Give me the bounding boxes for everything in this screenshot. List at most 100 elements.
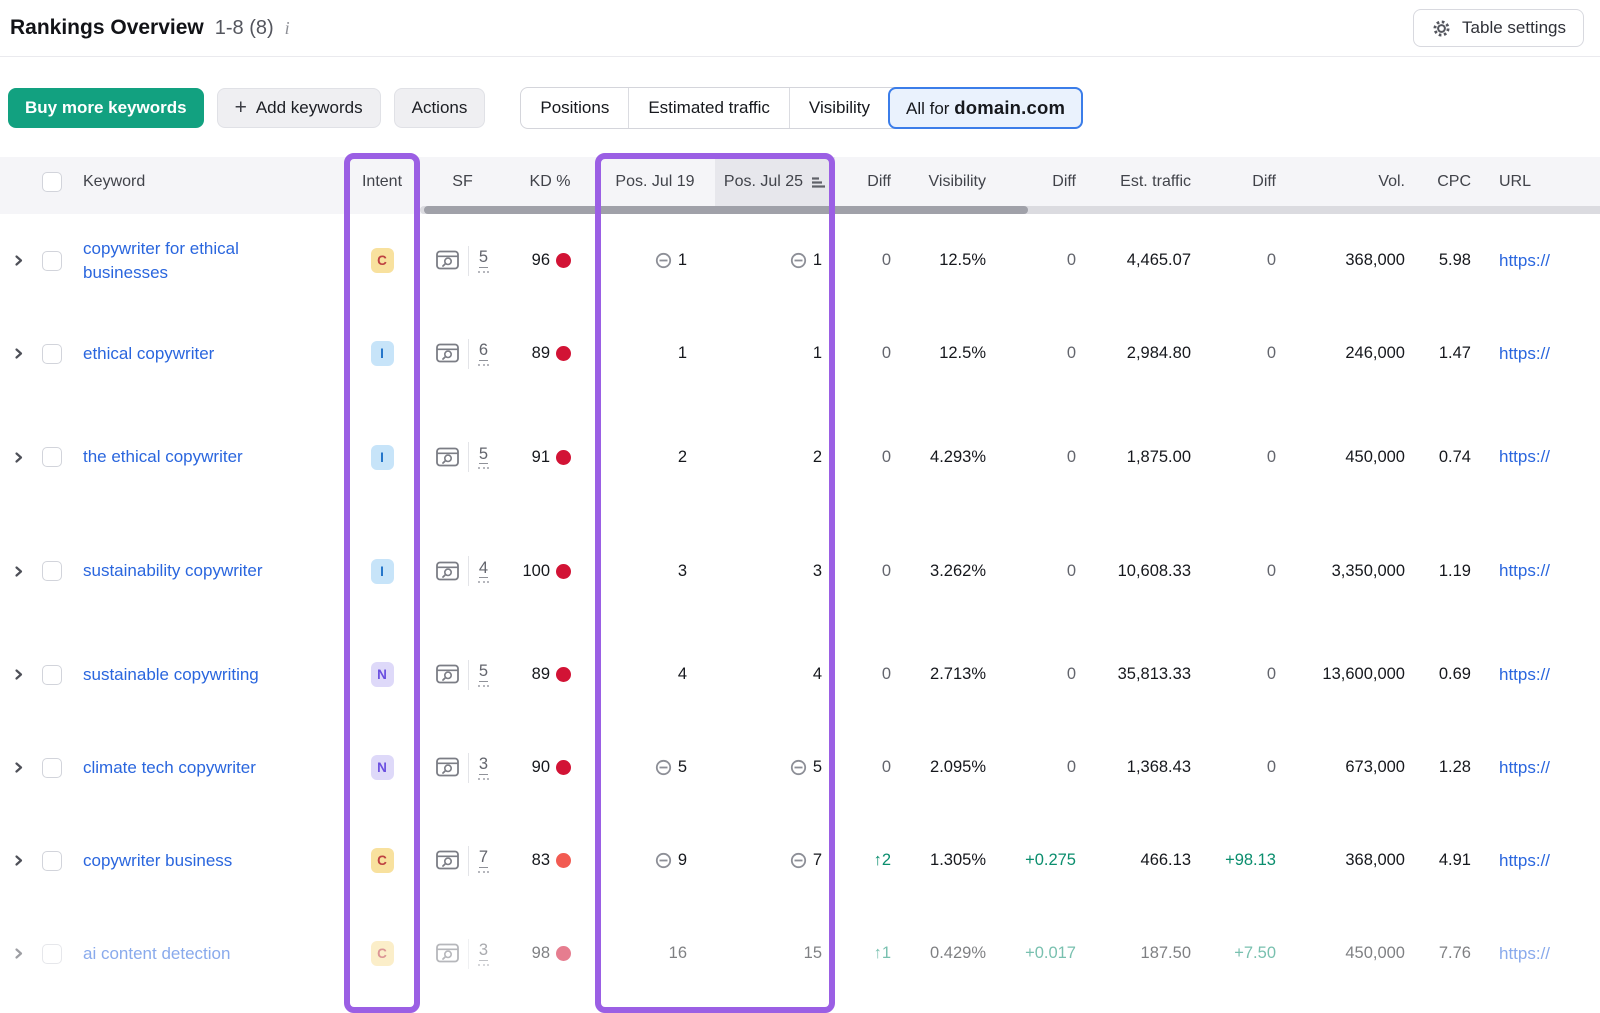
volume-value: 3,350,000 [1332,562,1405,581]
horizontal-scrollbar[interactable] [420,206,1600,214]
col-est-traffic[interactable]: Est. traffic [1080,173,1195,191]
pos-jul25-value: 7 [813,851,822,870]
cpc-value: 0.74 [1439,448,1471,467]
keyword-link[interactable]: climate tech copywriter [83,756,256,780]
expand-row-button[interactable] [8,447,29,468]
url-link[interactable]: https:// [1499,251,1550,271]
actions-button[interactable]: Actions [394,88,486,128]
col-pos-jul25[interactable]: Pos. Jul 25 [715,157,835,207]
info-icon[interactable]: i [285,18,290,39]
row-checkbox[interactable] [42,944,62,964]
url-link[interactable]: https:// [1499,447,1550,467]
col-intent[interactable]: Intent [344,173,420,191]
col-diff-visibility[interactable]: Diff [990,173,1080,191]
vertical-divider [468,660,469,690]
kd-difficulty-dot [556,667,571,682]
expand-row-button[interactable] [8,250,29,271]
serp-features-icon[interactable] [436,447,459,468]
col-kd[interactable]: KD % [505,173,595,191]
keyword-link[interactable]: ethical copywriter [83,342,214,366]
col-visibility[interactable]: Visibility [895,173,990,191]
pos-jul19-value: 3 [678,562,687,581]
pos-jul25-link-icon[interactable] [790,759,807,776]
col-volume[interactable]: Vol. [1280,173,1410,191]
volume-value: 246,000 [1345,344,1405,363]
keyword-link[interactable]: copywriter for ethical businesses [83,237,313,285]
keyword-link[interactable]: sustainable copywriting [83,663,259,687]
kd-difficulty-dot [556,253,571,268]
pos-jul19-link-icon[interactable] [655,759,672,776]
col-sf[interactable]: SF [420,173,505,191]
row-checkbox[interactable] [42,758,62,778]
expand-row-button[interactable] [8,343,29,364]
col-diff-pos[interactable]: Diff [835,173,895,191]
sf-count[interactable]: 5 [479,662,488,682]
row-checkbox[interactable] [42,561,62,581]
all-for-prefix: All for [906,99,954,118]
url-link[interactable]: https:// [1499,851,1550,871]
url-link[interactable]: https:// [1499,758,1550,778]
expand-row-button[interactable] [8,561,29,582]
buy-more-keywords-button[interactable]: Buy more keywords [8,88,204,128]
sf-count[interactable]: 3 [479,941,488,961]
tab-visibility[interactable]: Visibility [789,88,889,128]
url-link[interactable]: https:// [1499,665,1550,685]
keyword-link[interactable]: the ethical copywriter [83,445,243,469]
expand-row-button[interactable] [8,850,29,871]
expand-row-button[interactable] [8,757,29,778]
position-diff: 0 [882,665,891,684]
sf-count[interactable]: 5 [479,445,488,465]
expand-row-button[interactable] [8,943,29,964]
est-traffic-value: 1,368.43 [1127,758,1191,777]
sf-count[interactable]: 6 [479,341,488,361]
sf-count[interactable]: 4 [479,559,488,579]
position-diff: 0 [882,758,891,777]
scrollbar-thumb[interactable] [424,206,1028,214]
row-checkbox[interactable] [42,665,62,685]
col-pos-jul19[interactable]: Pos. Jul 19 [595,173,715,191]
sf-count[interactable]: 7 [479,848,488,868]
serp-features-icon[interactable] [436,250,459,271]
url-link[interactable]: https:// [1499,944,1550,964]
row-checkbox[interactable] [42,251,62,271]
serp-features-icon[interactable] [436,943,459,964]
keyword-link[interactable]: copywriter business [83,849,232,873]
sf-count[interactable]: 3 [479,755,488,775]
pos-jul25-link-icon[interactable] [790,852,807,869]
row-checkbox[interactable] [42,851,62,871]
tab-estimated-traffic[interactable]: Estimated traffic [628,88,789,128]
pos-jul19-value: 2 [678,448,687,467]
add-keywords-button[interactable]: + Add keywords [217,88,381,128]
expand-dots-icon [478,685,489,687]
tab-positions[interactable]: Positions [521,88,628,128]
table-row: copywriter business C 7 83 9 [0,814,1600,907]
serp-features-icon[interactable] [436,664,459,685]
url-link[interactable]: https:// [1499,344,1550,364]
col-diff-traffic[interactable]: Diff [1195,173,1280,191]
table-settings-button[interactable]: Table settings [1413,9,1584,47]
col-url[interactable]: URL [1475,173,1600,191]
vertical-divider [468,846,469,876]
volume-value: 368,000 [1345,851,1405,870]
est-traffic-value: 1,875.00 [1127,448,1191,467]
expand-row-button[interactable] [8,664,29,685]
tab-all-for-domain[interactable]: All for domain.com [888,87,1083,129]
sf-count[interactable]: 5 [479,248,488,268]
cpc-value: 1.19 [1439,562,1471,581]
row-checkbox[interactable] [42,344,62,364]
serp-features-icon[interactable] [436,850,459,871]
pos-jul25-link-icon[interactable] [790,252,807,269]
expand-dots-icon [478,871,489,873]
keyword-link[interactable]: sustainability copywriter [83,559,263,583]
serp-features-icon[interactable] [436,561,459,582]
header-checkbox-cell [36,172,76,192]
url-link[interactable]: https:// [1499,561,1550,581]
col-cpc[interactable]: CPC [1410,173,1475,191]
row-checkbox[interactable] [42,447,62,467]
serp-features-icon[interactable] [436,757,459,778]
select-all-checkbox[interactable] [42,172,62,192]
keyword-link[interactable]: ai content detection [83,942,230,966]
serp-features-icon[interactable] [436,343,459,364]
pos-jul19-link-icon[interactable] [655,252,672,269]
pos-jul19-link-icon[interactable] [655,852,672,869]
